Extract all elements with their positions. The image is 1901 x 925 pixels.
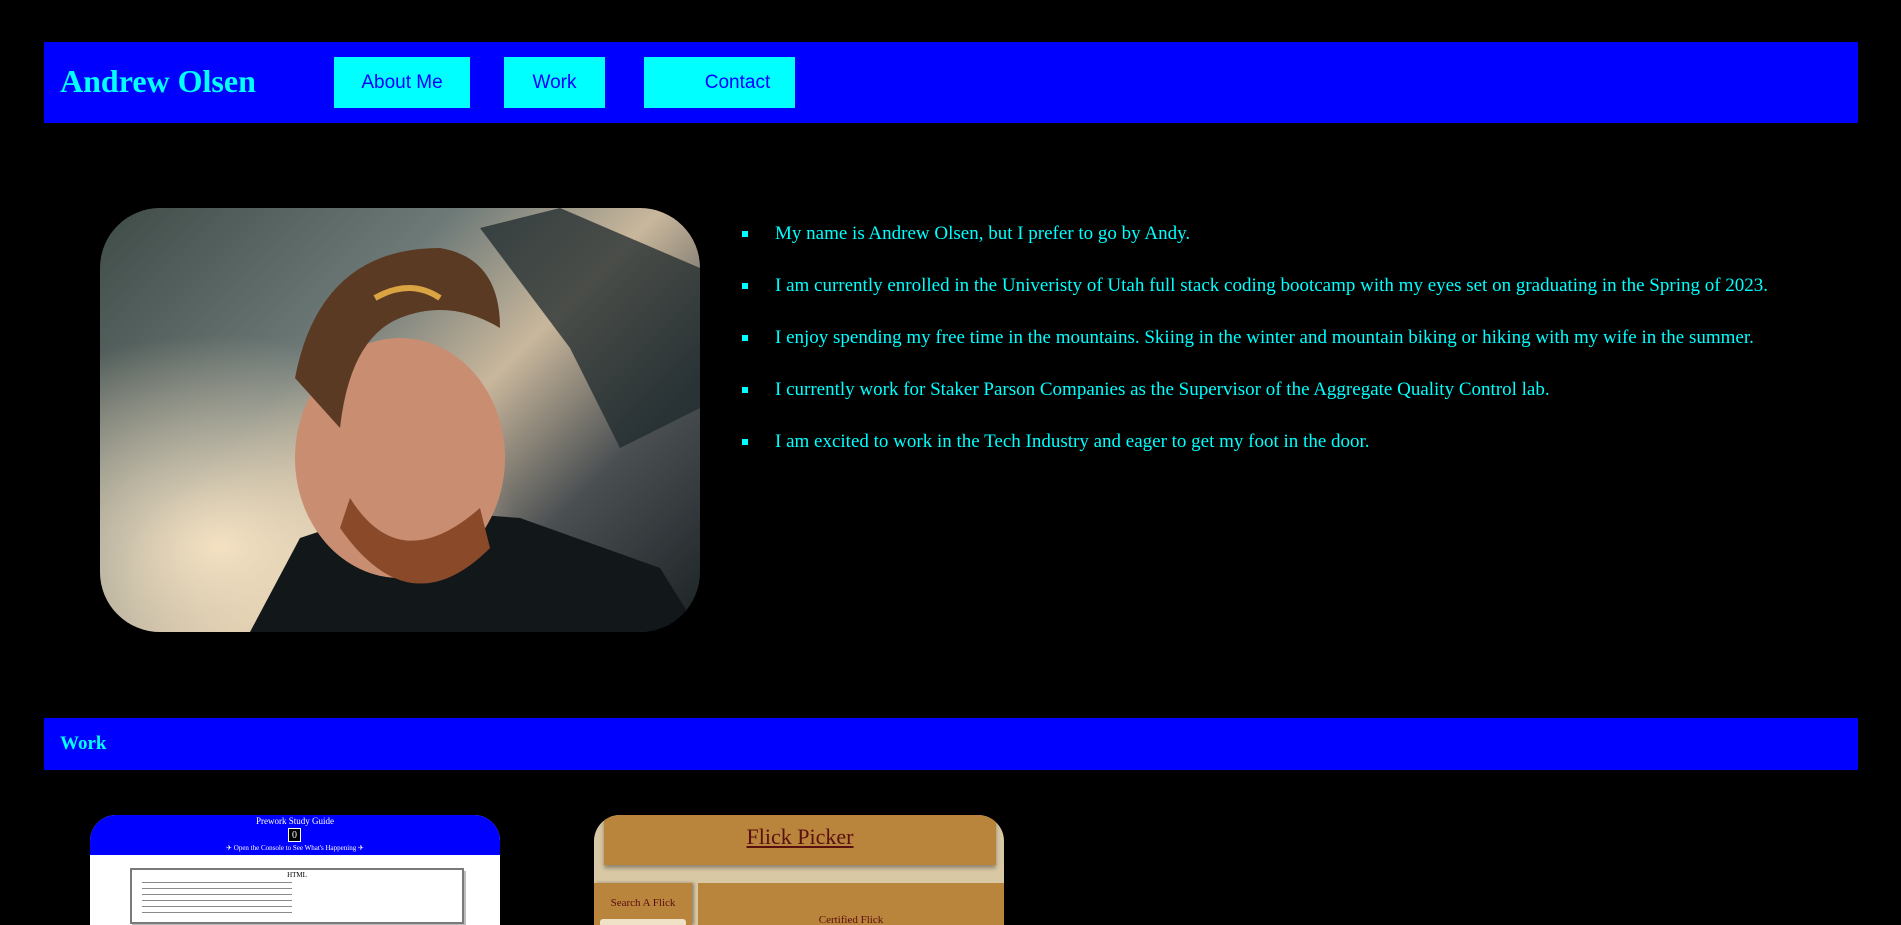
project-card-flick-picker[interactable]: Flick Picker Search A Flick Certified Fl… (594, 815, 1004, 925)
study-guide-line (142, 912, 292, 913)
about-item: My name is Andrew Olsen, but I prefer to… (742, 218, 1842, 270)
flick-search-input (600, 919, 686, 925)
about-item: I currently work for Staker Parson Compa… (742, 374, 1842, 426)
study-guide-title: Prework Study Guide (256, 816, 334, 826)
about-item-text: I am excited to work in the Tech Industr… (775, 431, 1370, 452)
about-item-text: I enjoy spending my free time in the mou… (775, 327, 1754, 348)
bullet-icon (742, 387, 748, 393)
flick-certified-label: Certified Flick (818, 914, 884, 925)
study-guide-line (142, 900, 292, 901)
about-item: I am currently enrolled in the Univerist… (742, 270, 1842, 322)
study-guide-header: Prework Study Guide 0 ✈ Open the Console… (90, 815, 500, 855)
work-nav-button[interactable]: Work (504, 57, 605, 108)
project-card-prework-study-guide[interactable]: Prework Study Guide 0 ✈ Open the Console… (90, 815, 500, 925)
study-guide-line (142, 882, 292, 883)
study-guide-counter: 0 (288, 828, 301, 842)
bullet-icon (742, 439, 748, 445)
about-item: I enjoy spending my free time in the mou… (742, 322, 1842, 374)
profile-photo (100, 208, 700, 632)
study-guide-text-lines (142, 882, 292, 918)
about-me-nav-button[interactable]: About Me (334, 57, 470, 108)
bullet-icon (742, 283, 748, 289)
study-guide-section-title: HTML (287, 871, 307, 879)
site-title: Andrew Olsen (60, 63, 256, 99)
flick-picker-banner: Flick Picker (604, 815, 996, 865)
flick-certified-panel: Certified Flick (698, 883, 1004, 925)
about-item: I am excited to work in the Tech Industr… (742, 426, 1842, 478)
site-header: Andrew Olsen About Me Work Contact (44, 42, 1858, 123)
study-guide-console-text: ✈ Open the Console to See What's Happeni… (226, 844, 364, 852)
about-me-list: My name is Andrew Olsen, but I prefer to… (742, 218, 1842, 478)
flick-picker-title: Flick Picker (746, 824, 854, 849)
flick-search-label: Search A Flick (610, 897, 676, 909)
about-item-text: I currently work for Staker Parson Compa… (775, 379, 1550, 400)
study-guide-line (142, 894, 292, 895)
bullet-icon (742, 335, 748, 341)
work-section-header: Work (44, 718, 1858, 770)
study-guide-line (142, 906, 292, 907)
work-heading: Work (60, 733, 107, 754)
study-guide-html-panel: HTML (130, 868, 464, 924)
study-guide-line (142, 888, 292, 889)
contact-nav-button[interactable]: Contact (644, 57, 795, 108)
profile-photo-illustration (100, 208, 700, 632)
bullet-icon (742, 231, 748, 237)
about-item-text: My name is Andrew Olsen, but I prefer to… (775, 223, 1191, 244)
about-item-text: I am currently enrolled in the Univerist… (775, 275, 1769, 296)
flick-search-panel: Search A Flick (594, 883, 692, 925)
